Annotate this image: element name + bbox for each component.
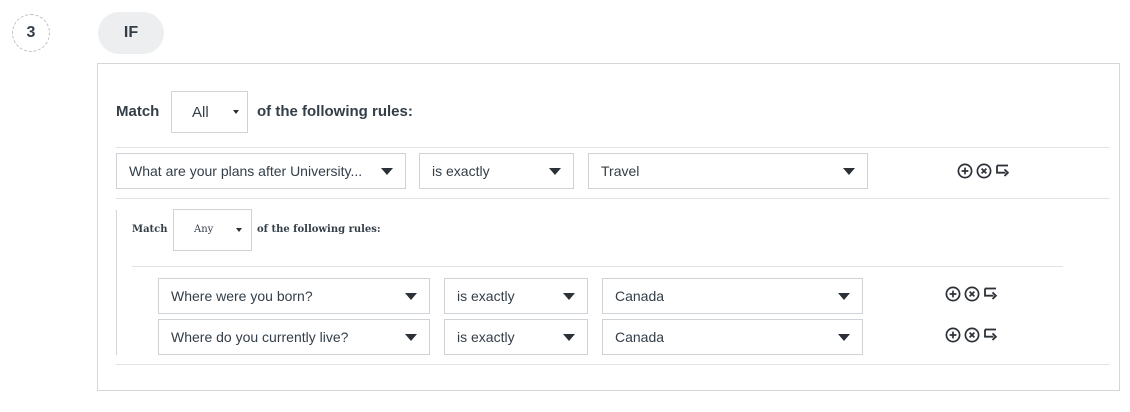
add-group-icon[interactable]: [983, 327, 999, 343]
chevron-down-icon: [236, 228, 242, 232]
chevron-down-icon: [838, 292, 850, 300]
outer-rule-value-value: Travel: [601, 163, 640, 179]
outer-match-select[interactable]: All: [171, 91, 248, 133]
group-rule-2-value-select[interactable]: Canada: [602, 319, 863, 355]
outer-rule-actions: [957, 163, 1011, 179]
outer-rule-field-value: What are your plans after University...: [129, 163, 363, 179]
group-rule-2-actions: [945, 327, 999, 343]
group-rule-1-value-value: Canada: [615, 288, 665, 304]
chevron-down-icon: [405, 333, 417, 341]
add-group-icon[interactable]: [983, 286, 999, 302]
chevron-down-icon: [405, 292, 417, 300]
chevron-down-icon: [563, 333, 575, 341]
outer-rule-field-select[interactable]: What are your plans after University...: [116, 153, 406, 189]
add-circle-icon[interactable]: [945, 286, 961, 302]
outer-rule-value-select[interactable]: Travel: [588, 153, 868, 189]
remove-circle-icon[interactable]: [976, 163, 992, 179]
group-rule-2-operator-value: is exactly: [457, 329, 515, 345]
outer-following-label: of the following rules:: [257, 103, 413, 120]
divider: [116, 364, 1110, 365]
chevron-down-icon: [563, 292, 575, 300]
add-circle-icon[interactable]: [957, 163, 973, 179]
group-rule-2-field-select[interactable]: Where do you currently live?: [158, 319, 430, 355]
chevron-down-icon: [838, 333, 850, 341]
group-rule-1-actions: [945, 286, 999, 302]
group-match-value: Any: [194, 224, 214, 235]
outer-match-value: All: [192, 103, 209, 121]
outer-match-label: Match: [116, 103, 160, 120]
group-rule-2-operator-select[interactable]: is exactly: [444, 319, 588, 355]
group-rule-1-field-select[interactable]: Where were you born?: [158, 278, 430, 314]
group-rule-1-operator-value: is exactly: [457, 288, 515, 304]
group-following-label: of the following rules:: [257, 224, 381, 235]
outer-rule-operator-value: is exactly: [432, 163, 490, 179]
chevron-down-icon: [381, 167, 393, 175]
add-circle-icon[interactable]: [945, 327, 961, 343]
group-rule-2-value-value: Canada: [615, 329, 665, 345]
group-rule-1-field-value: Where were you born?: [171, 288, 313, 304]
group-match-label: Match: [132, 224, 168, 235]
add-group-icon[interactable]: [995, 163, 1011, 179]
group-indent-line: [116, 210, 117, 355]
group-match-select[interactable]: Any: [173, 209, 252, 251]
group-rule-1-operator-select[interactable]: is exactly: [444, 278, 588, 314]
group-rule-1-value-select[interactable]: Canada: [602, 278, 863, 314]
chevron-down-icon: [843, 167, 855, 175]
group-rule-2-field-value: Where do you currently live?: [171, 329, 349, 345]
divider: [116, 198, 1110, 199]
chevron-down-icon: [549, 167, 561, 175]
remove-circle-icon[interactable]: [964, 286, 980, 302]
remove-circle-icon[interactable]: [964, 327, 980, 343]
divider: [132, 266, 1063, 267]
chevron-down-icon: [233, 110, 239, 114]
if-badge: IF: [98, 12, 164, 54]
divider: [116, 147, 1110, 148]
outer-rule-operator-select[interactable]: is exactly: [419, 153, 574, 189]
step-number: 3: [12, 14, 50, 52]
